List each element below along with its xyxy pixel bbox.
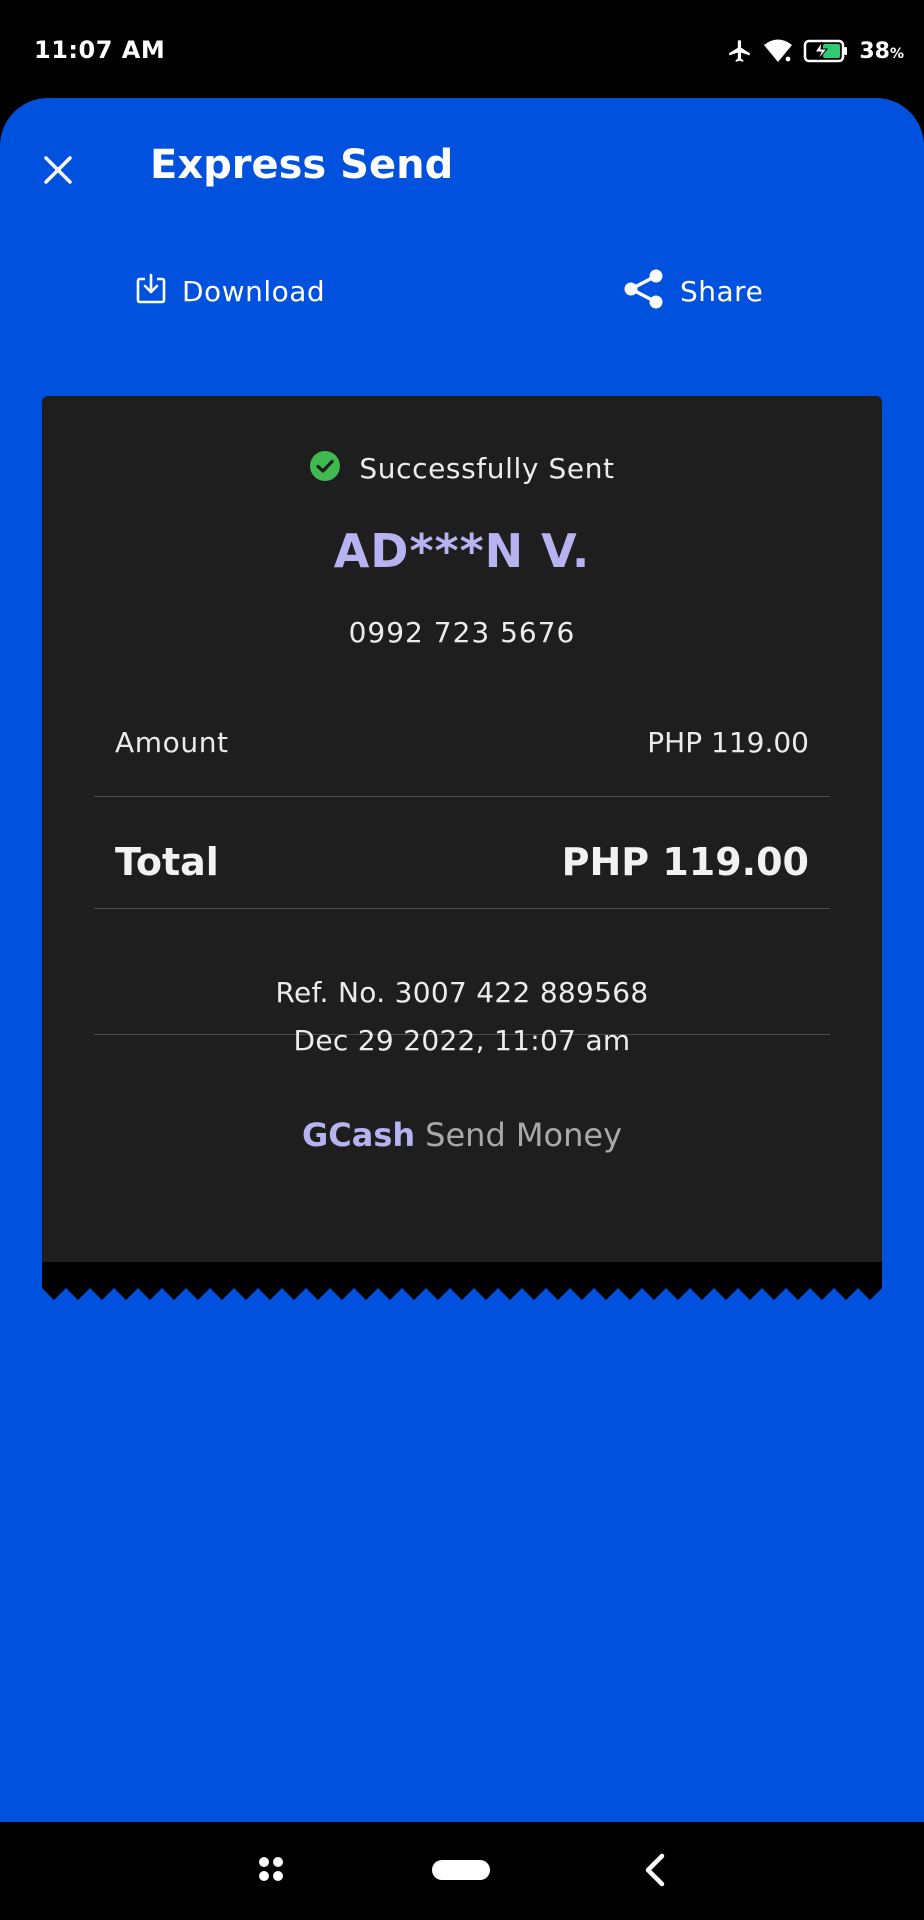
brand-line: GCash Send Money	[42, 1116, 882, 1154]
share-label: Share	[680, 274, 764, 308]
wifi-icon	[763, 38, 793, 64]
navigation-bar	[0, 1822, 924, 1920]
page-title: Express Send	[150, 142, 454, 188]
amount-label: Amount	[115, 726, 229, 759]
share-button[interactable]: Share	[622, 268, 763, 314]
close-icon	[42, 154, 74, 190]
brand-name: GCash	[301, 1116, 416, 1154]
download-label: Download	[182, 274, 326, 308]
status-text: Successfully Sent	[359, 451, 615, 485]
express-send-sheet: Express Send Download Share Successfully…	[0, 98, 924, 1822]
service-name: Send Money	[425, 1116, 623, 1154]
total-row: Total PHP 119.00	[115, 840, 809, 884]
back-icon[interactable]	[640, 1852, 670, 1888]
close-button[interactable]	[36, 150, 80, 194]
airplane-icon	[727, 38, 753, 64]
battery-charging-icon	[803, 38, 849, 64]
transaction-datetime: Dec 29 2022, 11:07 am	[293, 1024, 631, 1057]
total-label: Total	[115, 840, 219, 884]
total-value: PHP 119.00	[561, 840, 809, 884]
amount-row: Amount PHP 119.00	[115, 726, 809, 759]
send-status: Successfully Sent	[42, 450, 882, 486]
divider	[94, 796, 830, 797]
share-icon	[622, 267, 666, 315]
battery-percent: 38%	[859, 38, 904, 64]
divider	[94, 908, 830, 909]
status-time: 11:07 AM	[34, 36, 166, 64]
check-circle-icon	[309, 450, 341, 486]
reference-number: Ref. No. 3007 422 889568	[275, 976, 649, 1009]
recents-icon[interactable]	[256, 1854, 286, 1884]
receipt-torn-edge	[42, 1262, 882, 1300]
download-icon	[134, 272, 168, 310]
download-button[interactable]: Download	[134, 268, 325, 314]
amount-value: PHP 119.00	[647, 726, 809, 759]
status-bar: 11:07 AM 38%	[0, 0, 924, 100]
recipient-number: 0992 723 5676	[348, 616, 576, 649]
home-pill-icon[interactable]	[432, 1860, 490, 1880]
recipient-name: AD***N V.	[333, 524, 591, 578]
status-icons: 38%	[727, 34, 904, 68]
receipt-card: Successfully Sent AD***N V. 0992 723 567…	[42, 396, 882, 1262]
